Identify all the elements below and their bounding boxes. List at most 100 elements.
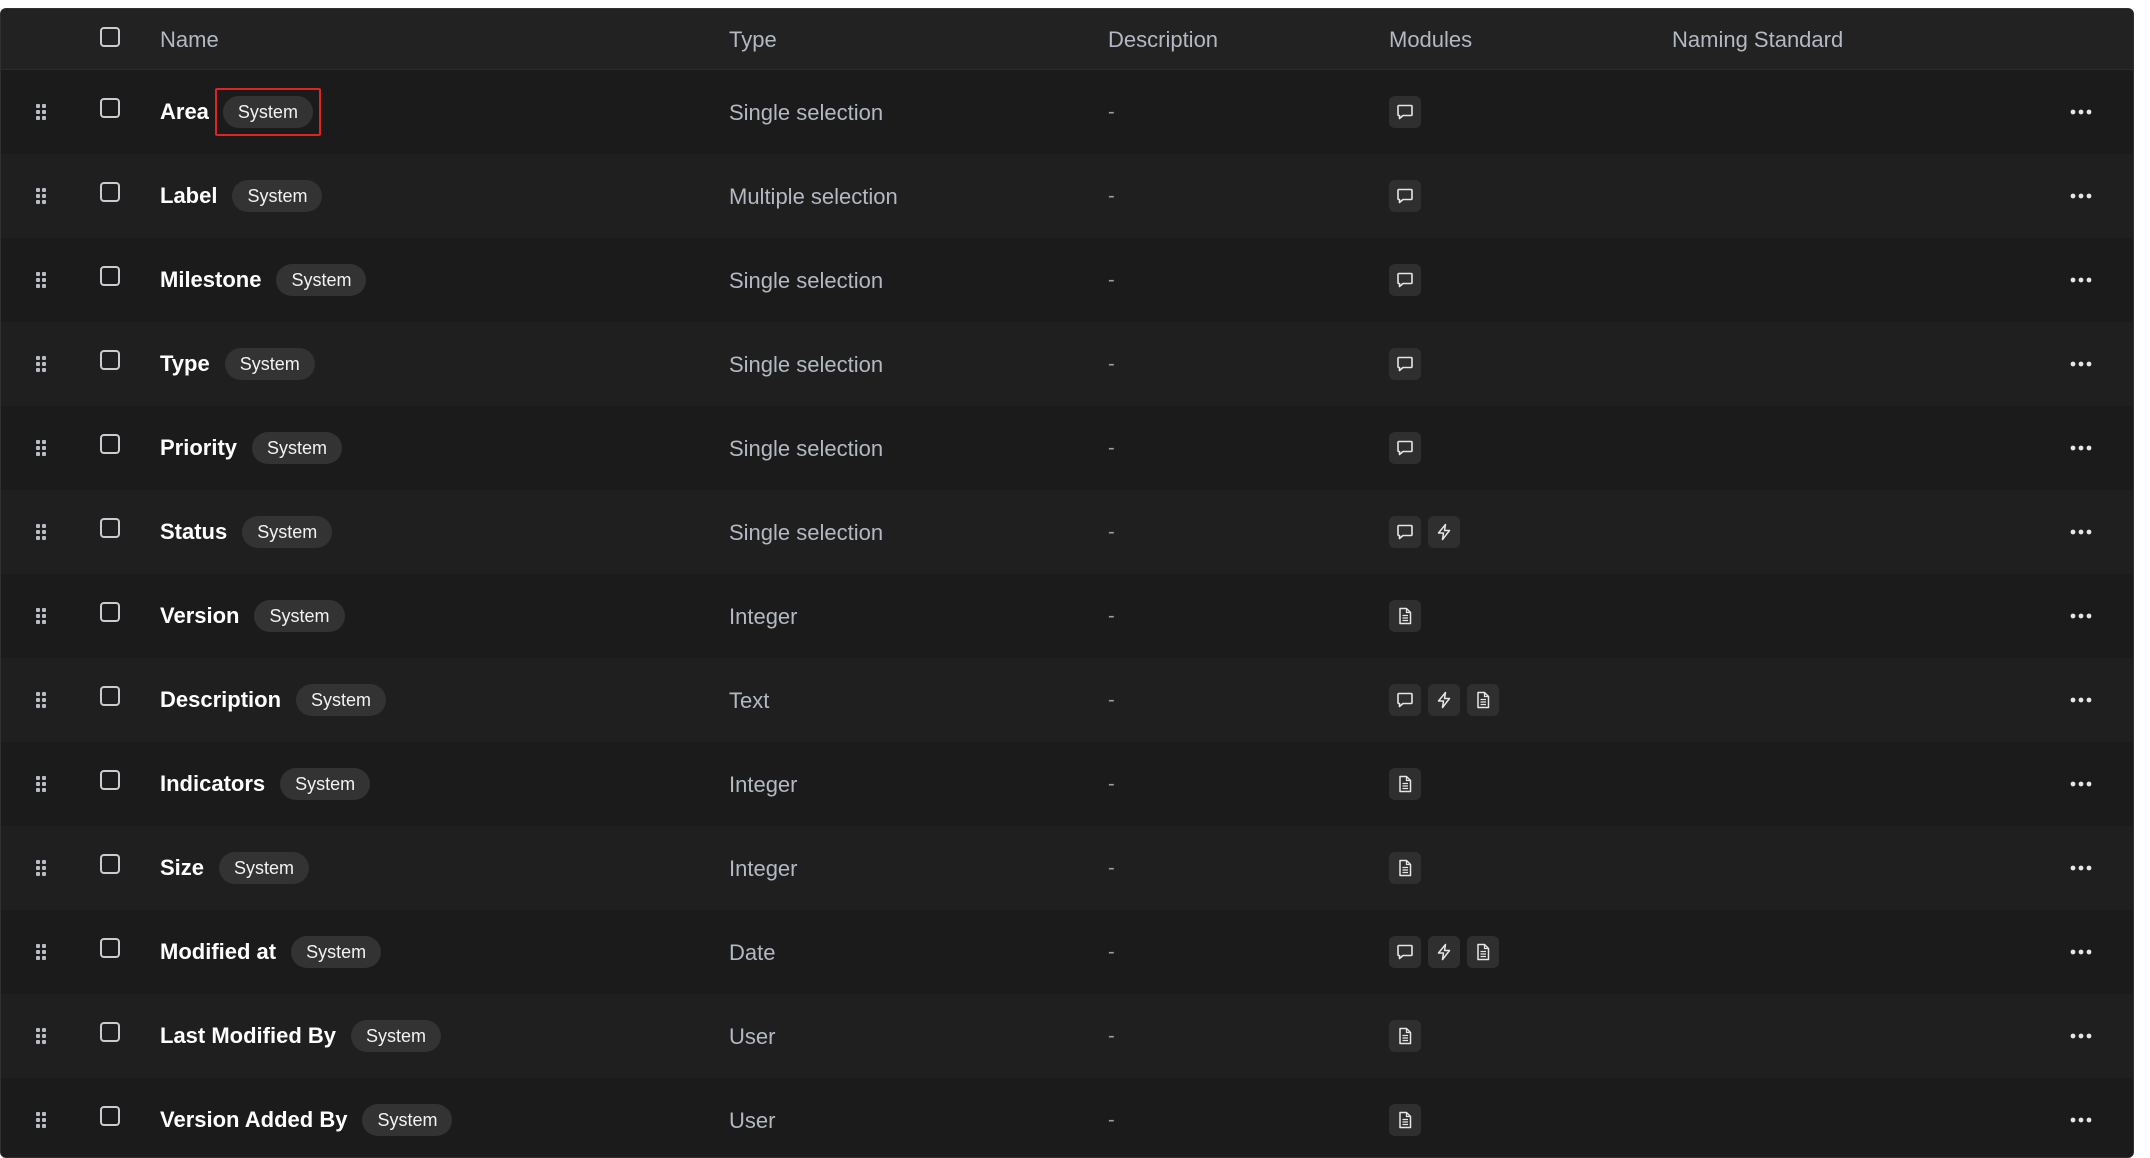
row-checkbox[interactable] (100, 98, 120, 118)
column-header-name[interactable]: Name (160, 9, 219, 69)
field-name[interactable]: Area (160, 99, 209, 125)
row-checkbox[interactable] (100, 182, 120, 202)
row-checkbox[interactable] (100, 1106, 120, 1126)
more-options-icon[interactable] (2065, 520, 2097, 544)
lightning-icon (1428, 516, 1460, 548)
drag-handle-icon[interactable] (33, 354, 47, 374)
table-row[interactable]: Label System Multiple selection - (1, 154, 2133, 238)
more-options-icon[interactable] (2065, 184, 2097, 208)
table-row[interactable]: Last Modified By System User - (1, 994, 2133, 1078)
more-options-icon[interactable] (2065, 604, 2097, 628)
drag-handle-icon[interactable] (33, 942, 47, 962)
drag-handle-icon[interactable] (33, 438, 47, 458)
table-row[interactable]: Size System Integer - (1, 826, 2133, 910)
drag-dot (42, 620, 46, 624)
more-options-icon[interactable] (2065, 352, 2097, 376)
row-checkbox[interactable] (100, 434, 120, 454)
table-row[interactable]: Modified at System Date - (1, 910, 2133, 994)
drag-dot (42, 110, 46, 114)
modules-cell (1389, 264, 1421, 298)
drag-handle-icon[interactable] (33, 522, 47, 542)
badge-wrap: System (286, 931, 386, 973)
drag-dot (42, 1112, 46, 1116)
table-row[interactable]: Description System Text - (1, 658, 2133, 742)
select-all-checkbox[interactable] (100, 27, 120, 47)
column-header-description[interactable]: Description (1108, 9, 1218, 69)
field-name[interactable]: Size (160, 855, 204, 881)
fields-table: Name Type Description Modules Naming Sta… (0, 8, 2134, 1158)
row-checkbox[interactable] (100, 518, 120, 538)
more-options-icon[interactable] (2065, 1108, 2097, 1132)
drag-handle-icon[interactable] (33, 606, 47, 626)
field-name[interactable]: Label (160, 183, 217, 209)
field-type: Text (729, 688, 770, 713)
table-row[interactable]: Priority System Single selection - (1, 406, 2133, 490)
table-row[interactable]: Version Added By System User - (1, 1078, 2133, 1157)
row-checkbox[interactable] (100, 938, 120, 958)
more-options-icon[interactable] (2065, 100, 2097, 124)
field-name[interactable]: Version (160, 603, 239, 629)
modules-cell (1389, 684, 1499, 718)
drag-handle-icon[interactable] (33, 1026, 47, 1046)
drag-dot (36, 536, 40, 540)
drag-dot (42, 356, 46, 360)
comment-icon (1389, 180, 1421, 212)
column-header-naming-standard[interactable]: Naming Standard (1672, 9, 1843, 69)
field-name[interactable]: Status (160, 519, 227, 545)
drag-dot (42, 536, 46, 540)
column-header-modules[interactable]: Modules (1389, 9, 1472, 69)
field-name[interactable]: Description (160, 687, 281, 713)
drag-handle-icon[interactable] (33, 270, 47, 290)
field-type: Multiple selection (729, 184, 898, 209)
field-name-cell: Description System (160, 658, 391, 742)
modules-cell (1389, 96, 1421, 130)
column-header-type[interactable]: Type (729, 9, 777, 69)
table-row[interactable]: Indicators System Integer - (1, 742, 2133, 826)
system-badge: System (222, 96, 313, 128)
more-options-icon[interactable] (2065, 1024, 2097, 1048)
field-name[interactable]: Type (160, 351, 210, 377)
table-row[interactable]: Area System Single selection - (1, 70, 2133, 154)
more-options-icon[interactable] (2065, 436, 2097, 460)
more-options-icon[interactable] (2065, 856, 2097, 880)
field-name[interactable]: Milestone (160, 267, 261, 293)
row-checkbox[interactable] (100, 770, 120, 790)
drag-dot (42, 104, 46, 108)
row-checkbox[interactable] (100, 350, 120, 370)
table-row[interactable]: Type System Single selection - (1, 322, 2133, 406)
system-badge: System (351, 1020, 442, 1052)
table-row[interactable]: Status System Single selection - (1, 490, 2133, 574)
more-options-icon[interactable] (2065, 772, 2097, 796)
system-badge: System (219, 852, 310, 884)
row-checkbox[interactable] (100, 1022, 120, 1042)
drag-handle-icon[interactable] (33, 774, 47, 794)
drag-dot (36, 524, 40, 528)
more-options-icon[interactable] (2065, 688, 2097, 712)
row-checkbox[interactable] (100, 602, 120, 622)
drag-handle-icon[interactable] (33, 1110, 47, 1130)
drag-handle-icon[interactable] (33, 690, 47, 710)
row-checkbox[interactable] (100, 266, 120, 286)
drag-handle-icon[interactable] (33, 102, 47, 122)
more-options-icon[interactable] (2065, 940, 2097, 964)
drag-handle-icon[interactable] (33, 186, 47, 206)
field-name[interactable]: Priority (160, 435, 237, 461)
drag-dot (36, 956, 40, 960)
field-name[interactable]: Indicators (160, 771, 265, 797)
table-row[interactable]: Version System Integer - (1, 574, 2133, 658)
field-name[interactable]: Version Added By (160, 1107, 347, 1133)
table-row[interactable]: Milestone System Single selection - (1, 238, 2133, 322)
row-checkbox[interactable] (100, 686, 120, 706)
drag-handle-icon[interactable] (33, 858, 47, 878)
field-description: - (1108, 185, 1115, 207)
drag-dot (42, 692, 46, 696)
field-name[interactable]: Modified at (160, 939, 276, 965)
drag-dot (42, 698, 46, 702)
row-checkbox[interactable] (100, 854, 120, 874)
drag-dot (42, 950, 46, 954)
drag-dot (42, 944, 46, 948)
more-options-icon[interactable] (2065, 268, 2097, 292)
field-name[interactable]: Last Modified By (160, 1023, 336, 1049)
drag-dot (36, 698, 40, 702)
drag-dot (42, 524, 46, 528)
